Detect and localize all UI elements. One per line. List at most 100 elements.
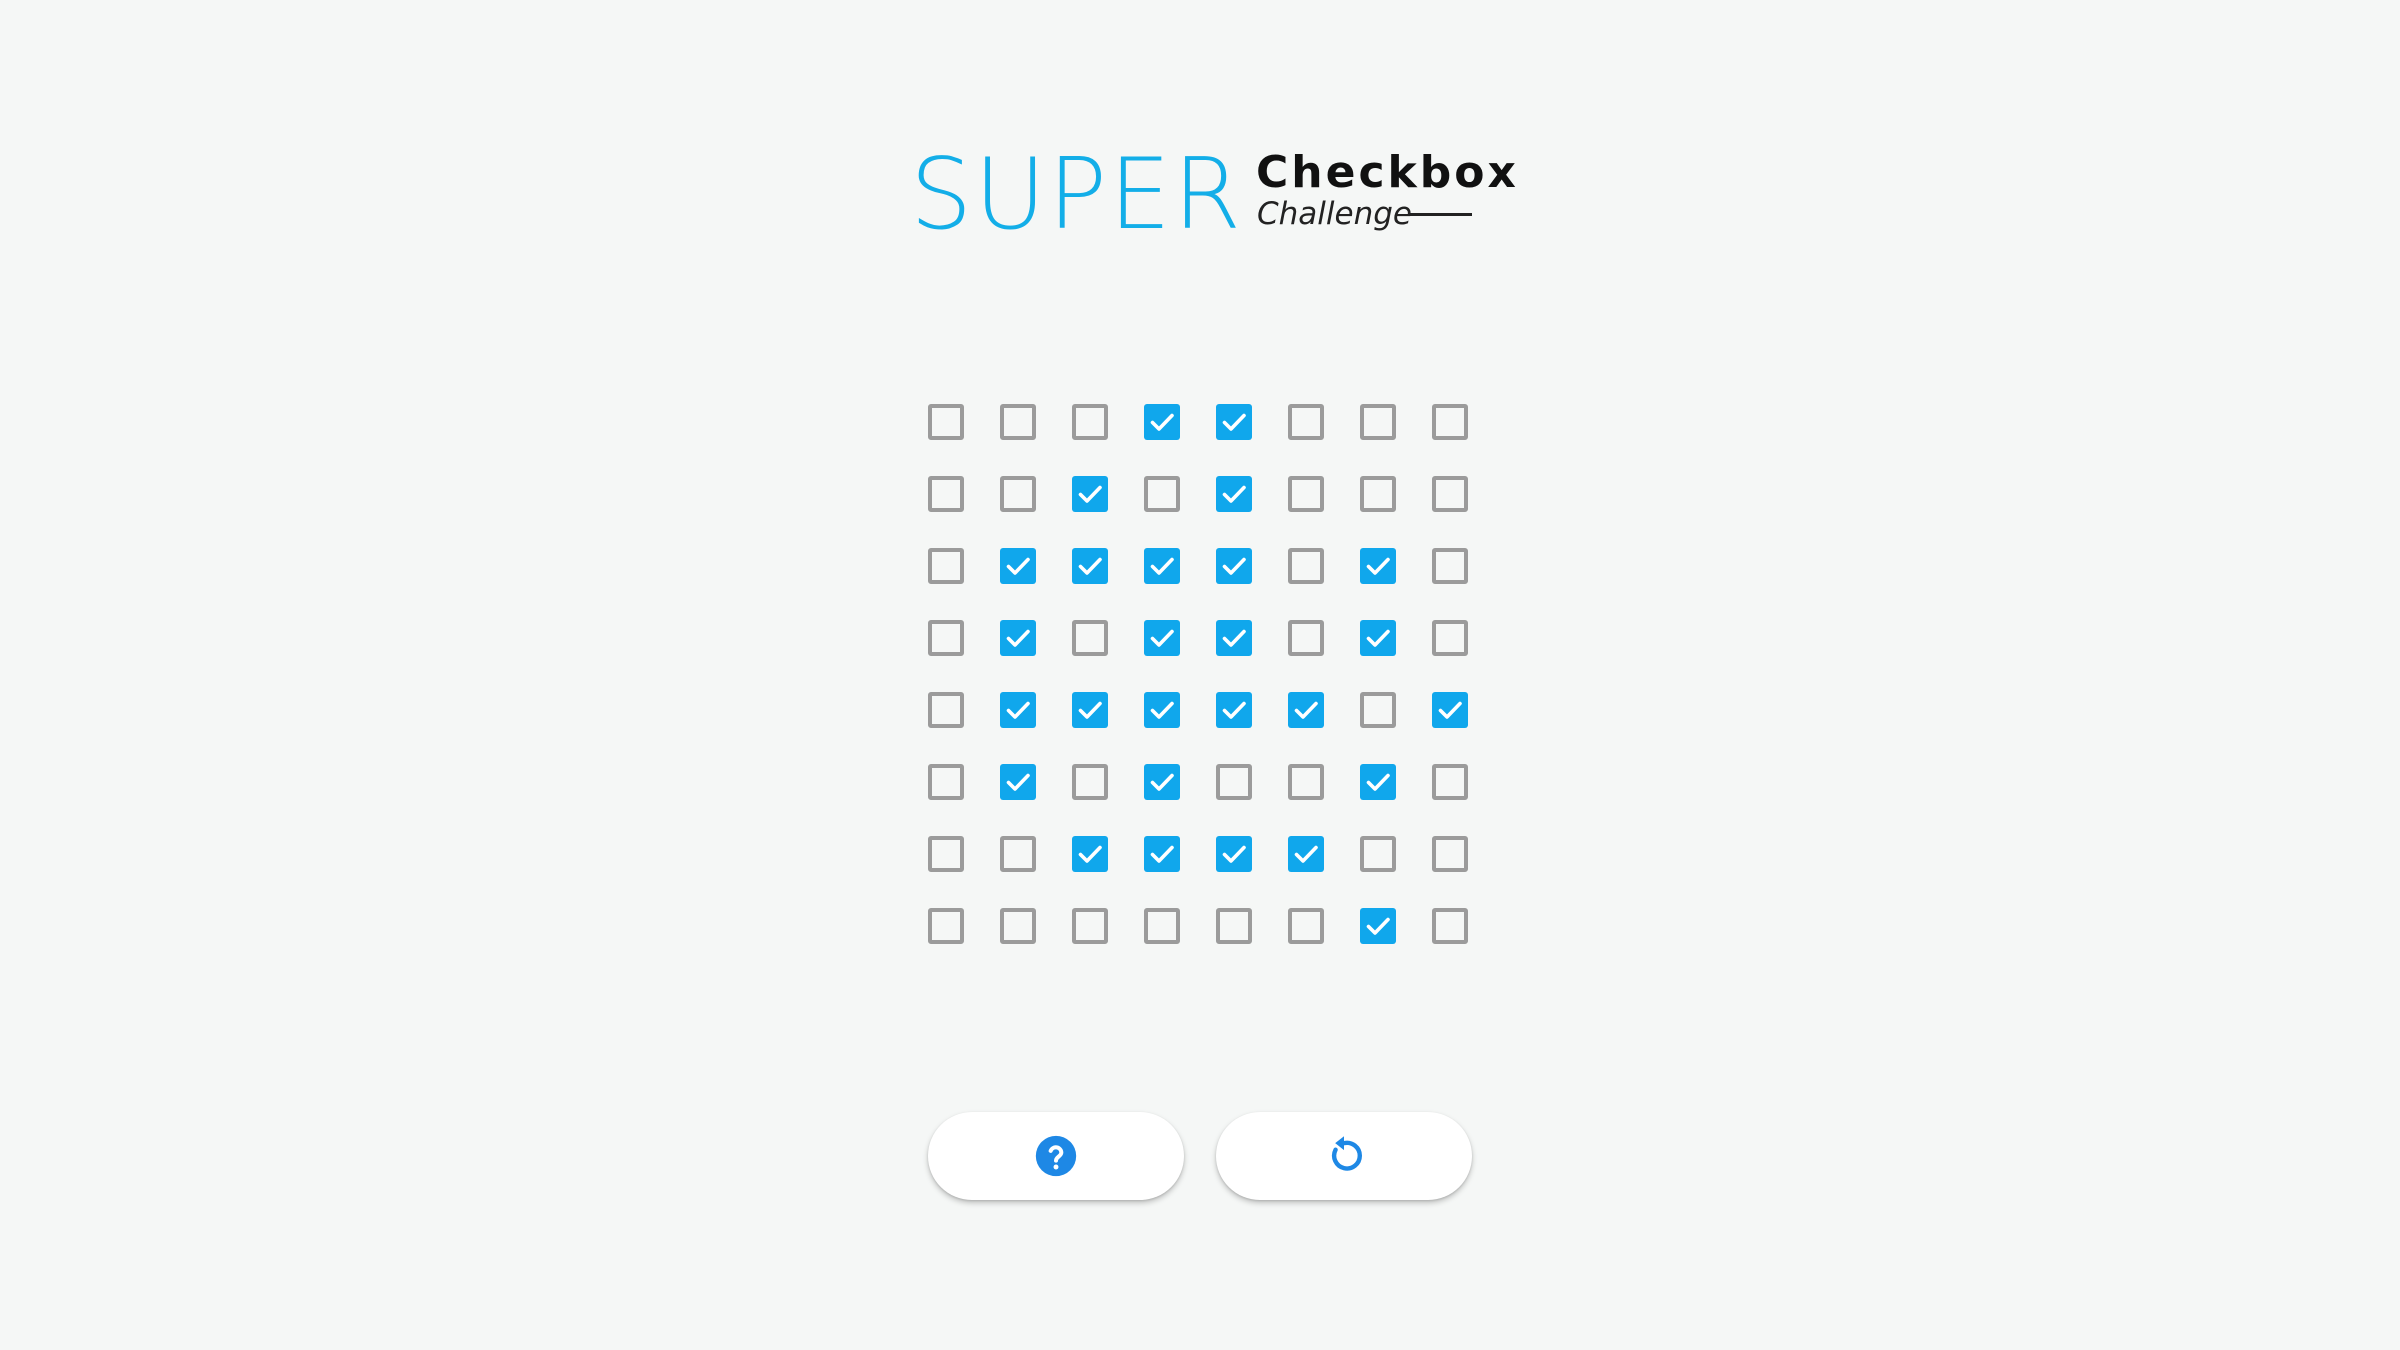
- checkbox-checked[interactable]: [1072, 548, 1108, 584]
- checkbox-checked[interactable]: [1144, 692, 1180, 728]
- checkbox-unchecked[interactable]: [1288, 620, 1324, 656]
- checkbox-checked[interactable]: [1288, 692, 1324, 728]
- checkbox-unchecked[interactable]: [1432, 620, 1468, 656]
- checkmark-icon: [1150, 701, 1174, 719]
- checkbox-checked[interactable]: [1000, 620, 1036, 656]
- checkbox-checked[interactable]: [1072, 692, 1108, 728]
- checkmark-icon: [1150, 773, 1174, 791]
- checkmark-icon: [1006, 557, 1030, 575]
- checkbox-checked[interactable]: [1216, 476, 1252, 512]
- checkbox-checked[interactable]: [1216, 404, 1252, 440]
- checkbox-checked[interactable]: [1216, 620, 1252, 656]
- checkbox-unchecked[interactable]: [1000, 404, 1036, 440]
- checkbox-unchecked[interactable]: [1144, 476, 1180, 512]
- checkbox-checked[interactable]: [1288, 836, 1324, 872]
- checkbox-unchecked[interactable]: [1432, 836, 1468, 872]
- checkbox-unchecked[interactable]: [928, 548, 964, 584]
- checkbox-checked[interactable]: [1360, 620, 1396, 656]
- checkmark-icon: [1366, 773, 1390, 791]
- checkmark-icon: [1150, 557, 1174, 575]
- checkbox-unchecked[interactable]: [1216, 764, 1252, 800]
- checkmark-icon: [1222, 557, 1246, 575]
- checkbox-unchecked[interactable]: [928, 908, 964, 944]
- checkbox-unchecked[interactable]: [1072, 908, 1108, 944]
- checkmark-icon: [1294, 845, 1318, 863]
- checkbox-unchecked[interactable]: [1360, 476, 1396, 512]
- checkbox-checked[interactable]: [1216, 692, 1252, 728]
- checkmark-icon: [1222, 629, 1246, 647]
- checkmark-icon: [1078, 485, 1102, 503]
- checkbox-checked[interactable]: [1000, 764, 1036, 800]
- logo: SUPER Checkbox Challenge: [910, 138, 1516, 252]
- checkmark-icon: [1222, 701, 1246, 719]
- app-page: SUPER Checkbox Challenge: [0, 0, 2400, 1350]
- checkmark-icon: [1006, 629, 1030, 647]
- checkbox-checked[interactable]: [1144, 764, 1180, 800]
- checkmark-icon: [1078, 845, 1102, 863]
- checkmark-icon: [1078, 701, 1102, 719]
- help-circle-icon: [1035, 1135, 1077, 1177]
- checkmark-icon: [1294, 701, 1318, 719]
- checkbox-checked[interactable]: [1000, 692, 1036, 728]
- checkbox-unchecked[interactable]: [1000, 476, 1036, 512]
- checkbox-unchecked[interactable]: [928, 836, 964, 872]
- checkbox-checked[interactable]: [1072, 476, 1108, 512]
- reset-arrow-icon: [1331, 1136, 1362, 1171]
- checkbox-unchecked[interactable]: [1072, 404, 1108, 440]
- checkbox-checked[interactable]: [1144, 620, 1180, 656]
- checkbox-unchecked[interactable]: [1288, 548, 1324, 584]
- checkbox-unchecked[interactable]: [1432, 476, 1468, 512]
- checkbox-unchecked[interactable]: [1072, 620, 1108, 656]
- checkbox-unchecked[interactable]: [928, 476, 964, 512]
- checkbox-unchecked[interactable]: [1000, 836, 1036, 872]
- checkbox-unchecked[interactable]: [1072, 764, 1108, 800]
- checkbox-unchecked[interactable]: [1288, 404, 1324, 440]
- checkbox-unchecked[interactable]: [928, 620, 964, 656]
- logo-super-text: SUPER: [910, 138, 1244, 252]
- logo-challenge-text: Challenge: [1257, 196, 1412, 232]
- checkmark-icon: [1150, 413, 1174, 431]
- checkmark-icon: [1078, 557, 1102, 575]
- checkbox-checked[interactable]: [1360, 908, 1396, 944]
- checkmark-icon: [1366, 557, 1390, 575]
- checkmark-icon: [1438, 701, 1462, 719]
- checkbox-unchecked[interactable]: [1288, 764, 1324, 800]
- help-button[interactable]: [928, 1112, 1184, 1200]
- checkbox-unchecked[interactable]: [928, 404, 964, 440]
- checkbox-unchecked[interactable]: [1216, 908, 1252, 944]
- checkbox-unchecked[interactable]: [1288, 908, 1324, 944]
- checkbox-checked[interactable]: [1072, 836, 1108, 872]
- checkbox-unchecked[interactable]: [1000, 908, 1036, 944]
- logo-checkbox-text: Checkbox: [1256, 147, 1519, 198]
- checkmark-icon: [1222, 485, 1246, 503]
- checkbox-checked[interactable]: [1144, 404, 1180, 440]
- checkbox-unchecked[interactable]: [1144, 908, 1180, 944]
- checkbox-checked[interactable]: [1216, 836, 1252, 872]
- reset-button[interactable]: [1216, 1112, 1472, 1200]
- checkbox-checked[interactable]: [1432, 692, 1468, 728]
- checkbox-unchecked[interactable]: [1432, 404, 1468, 440]
- checkmark-icon: [1006, 701, 1030, 719]
- checkbox-unchecked[interactable]: [1360, 404, 1396, 440]
- checkbox-checked[interactable]: [1216, 548, 1252, 584]
- checkmark-icon: [1366, 917, 1390, 935]
- checkbox-unchecked[interactable]: [928, 764, 964, 800]
- checkbox-unchecked[interactable]: [1432, 548, 1468, 584]
- checkbox-checked[interactable]: [1360, 764, 1396, 800]
- checkmark-icon: [1222, 413, 1246, 431]
- checkbox-unchecked[interactable]: [1432, 908, 1468, 944]
- checkbox-checked[interactable]: [1000, 548, 1036, 584]
- checkmark-icon: [1150, 629, 1174, 647]
- checkbox-unchecked[interactable]: [1360, 836, 1396, 872]
- checkbox-unchecked[interactable]: [1288, 476, 1324, 512]
- checkmark-icon: [1222, 845, 1246, 863]
- checkbox-unchecked[interactable]: [1360, 692, 1396, 728]
- checkmark-icon: [1366, 629, 1390, 647]
- checkbox-unchecked[interactable]: [1432, 764, 1468, 800]
- checkbox-checked[interactable]: [1144, 548, 1180, 584]
- checkmark-icon: [1006, 773, 1030, 791]
- checkbox-grid: [928, 404, 1472, 948]
- checkbox-unchecked[interactable]: [928, 692, 964, 728]
- checkbox-checked[interactable]: [1360, 548, 1396, 584]
- checkbox-checked[interactable]: [1144, 836, 1180, 872]
